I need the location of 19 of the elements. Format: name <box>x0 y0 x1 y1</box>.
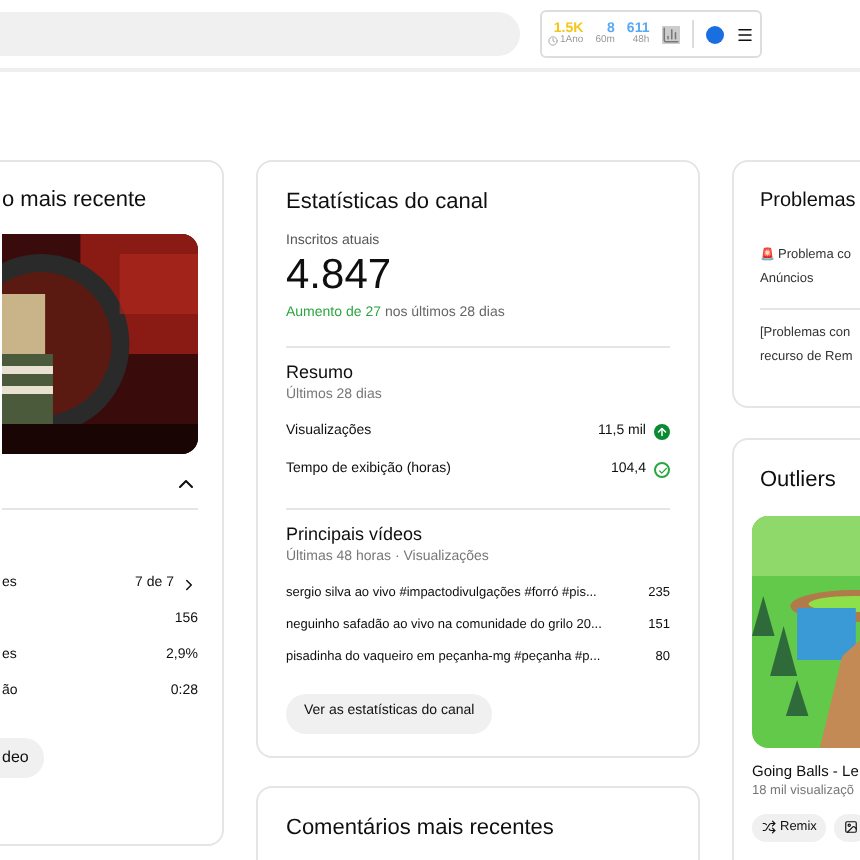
card-title: Outliers <box>760 466 838 496</box>
chevron-right-icon[interactable] <box>180 576 198 594</box>
image-chip[interactable] <box>834 813 860 841</box>
section-title: Principais vídeos <box>286 521 425 547</box>
menu-icon[interactable] <box>735 25 754 43</box>
clock-icon <box>548 36 558 46</box>
chart-icon[interactable] <box>661 25 680 43</box>
avatar-icon[interactable] <box>705 25 724 43</box>
shuffle-icon <box>762 820 776 834</box>
card-title: o mais recente <box>2 186 149 216</box>
card-title: Problemas <box>760 188 858 216</box>
card-title: Comentários mais recentes <box>286 814 556 844</box>
image-icon <box>844 820 859 834</box>
video-button[interactable]: deo <box>0 737 45 777</box>
arrow-up-icon <box>654 424 670 440</box>
subscriber-count: 4.847 <box>286 252 394 300</box>
card-title: Estatísticas do canal <box>286 188 490 218</box>
check-icon <box>654 462 670 478</box>
section-title: Resumo <box>286 359 356 385</box>
